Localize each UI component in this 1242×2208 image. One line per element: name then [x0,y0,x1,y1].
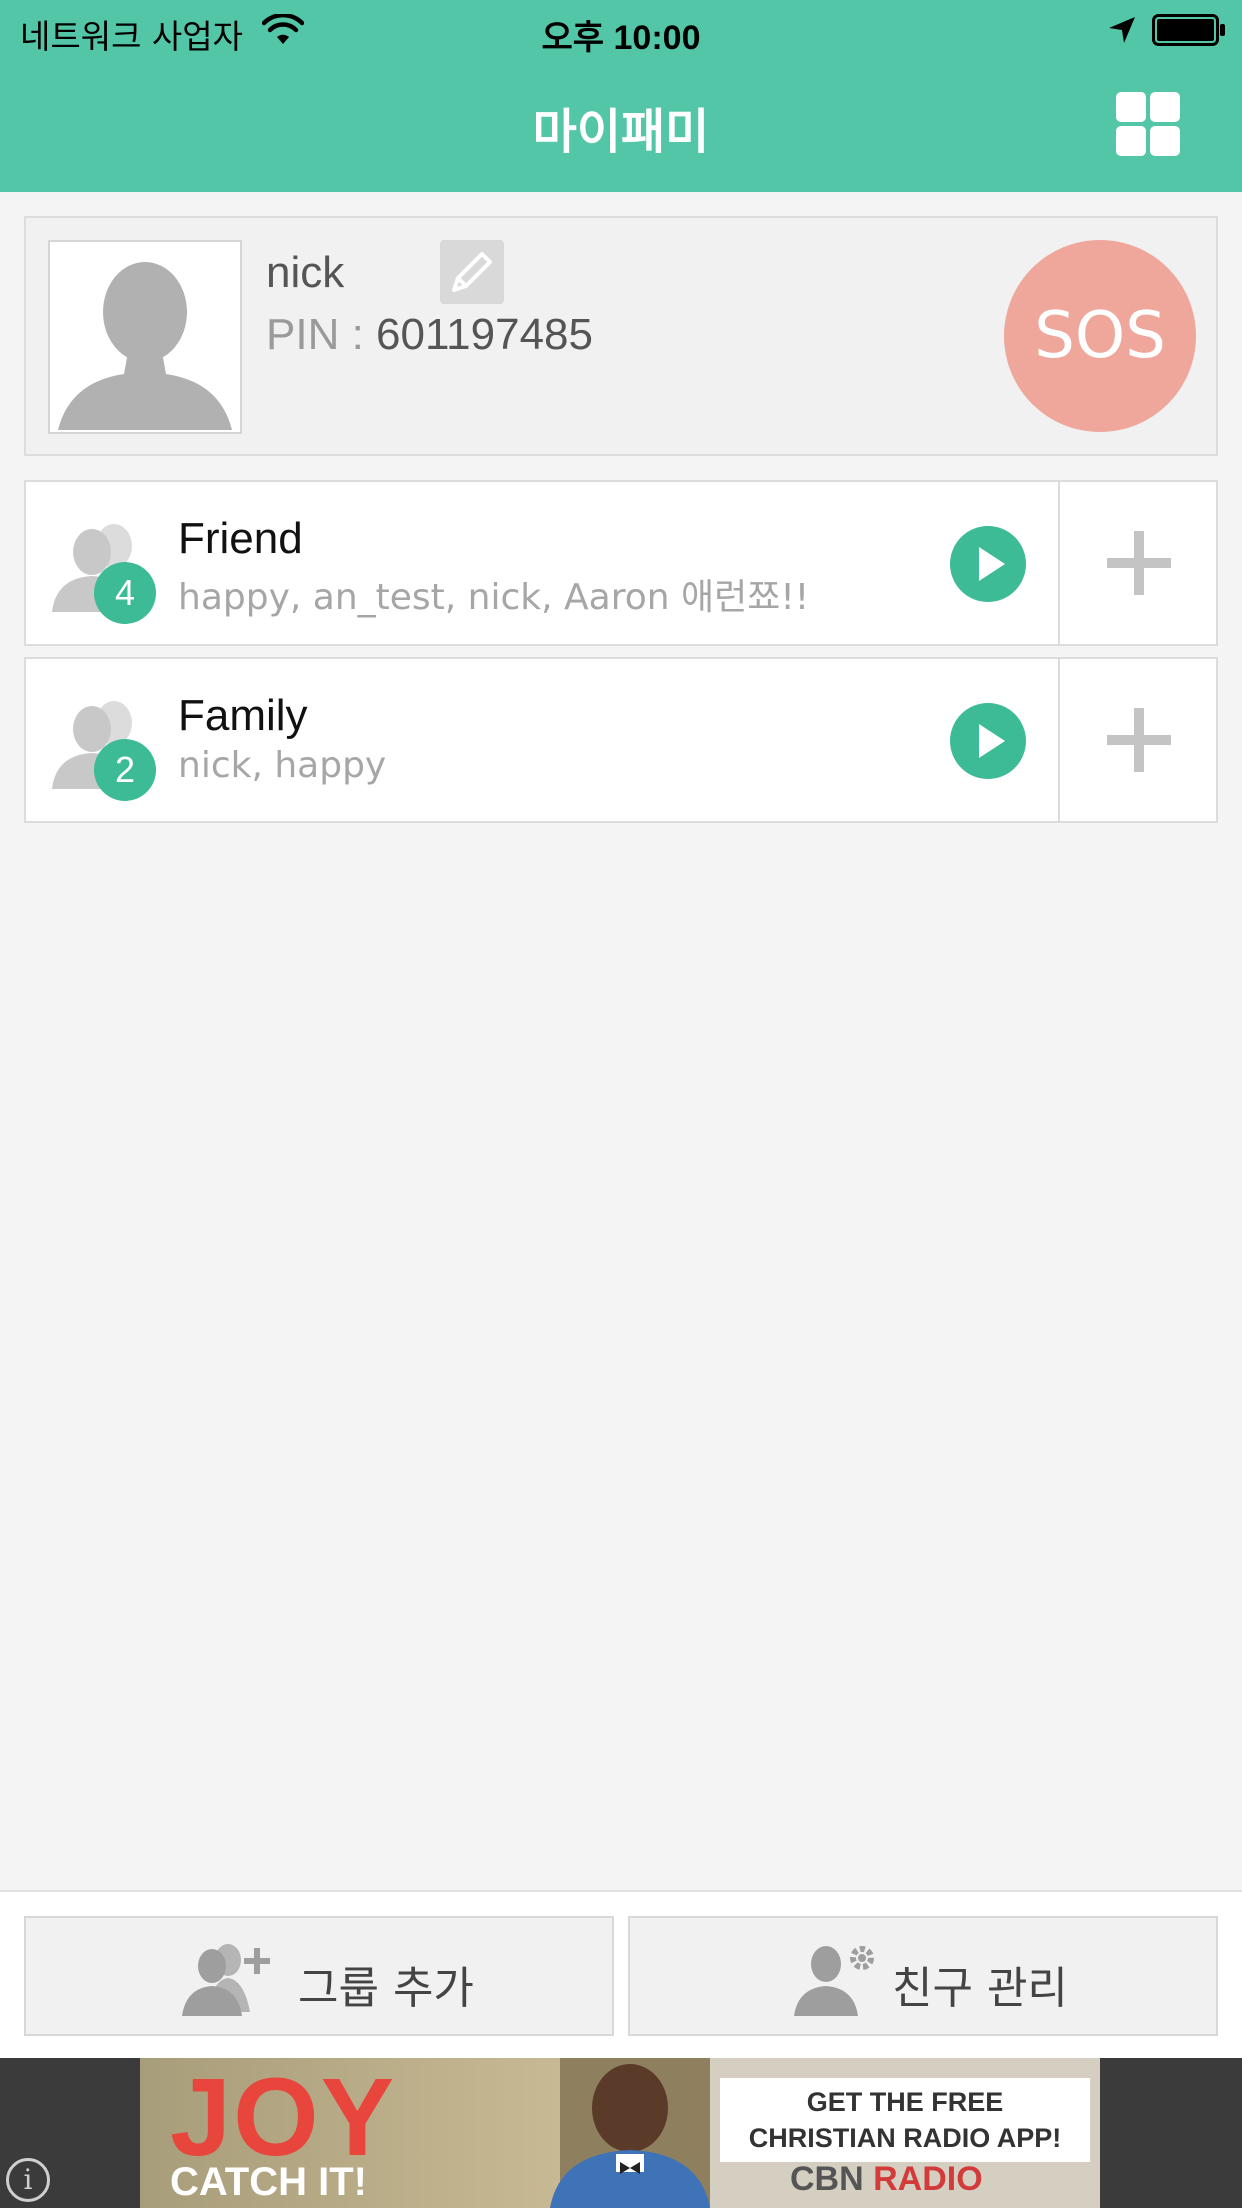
ad-person-image [550,2064,710,2208]
plus-icon [1107,708,1171,772]
add-group-icon [182,1944,270,2016]
ad-card-line2: CHRISTIAN RADIO APP! [748,2123,1062,2153]
person-silhouette-icon [58,262,232,430]
status-bar: 네트워크 사업자 오후 10:00 [0,0,1242,60]
ad-brand: CBN RADIO [790,2160,983,2199]
group-name: Friend [178,514,303,563]
ad-brand-suffix: RADIO [873,2160,983,2198]
add-member-button[interactable] [1058,482,1216,644]
group-row: 4 Friend happy, an_test, nick, Aaron 애런쬬… [24,480,1218,646]
avatar[interactable] [48,240,242,434]
grid-menu-icon [1116,126,1146,156]
ad-strip: JOY CATCH IT! GET THE FREE CHRISTIAN RAD… [0,2058,1242,2208]
member-count-badge: 4 [94,562,156,624]
group-row-main[interactable]: 2 Family nick, happy [26,659,1058,821]
sos-button[interactable]: SOS [1004,240,1196,432]
add-group-button[interactable]: 그룹 추가 [24,1916,614,2036]
ad-card-line1: GET THE FREE [806,2087,1004,2117]
add-member-button[interactable] [1058,659,1216,821]
pencil-icon [452,252,492,292]
ad-card: GET THE FREE CHRISTIAN RADIO APP! [720,2078,1090,2162]
group-name: Family [178,691,308,740]
grid-menu-icon [1150,92,1180,122]
pin-label: PIN : [266,310,377,359]
manage-friends-label: 친구 관리 [892,1963,1068,2014]
profile-card: nick PIN : 601197485 SOS [24,216,1218,456]
bottom-bar: 그룹 추가 친구 관리 [0,1890,1242,2058]
grid-menu-icon [1150,126,1180,156]
play-button[interactable] [950,526,1026,602]
ad-banner[interactable]: JOY CATCH IT! GET THE FREE CHRISTIAN RAD… [140,2058,1100,2208]
pin-line: PIN : 601197485 [266,310,593,360]
member-count-badge: 2 [94,739,156,801]
grid-menu-icon [1116,92,1146,122]
battery-icon [1152,14,1225,46]
info-icon[interactable]: i [6,2158,50,2202]
manage-friends-icon [794,1946,874,2016]
play-icon [979,547,1005,581]
play-icon [979,724,1005,758]
pin-value: 601197485 [376,310,594,359]
app-header: 네트워크 사업자 오후 10:00 마이패미 [0,0,1242,192]
grid-menu-button[interactable] [1114,90,1182,158]
page-title: 마이패미 [532,104,710,160]
profile-name: nick [266,248,345,297]
ad-right-panel: GET THE FREE CHRISTIAN RADIO APP! CBN RA… [710,2058,1100,2208]
location-arrow-icon [1109,17,1135,43]
status-time: 오후 10:00 [541,19,701,57]
manage-friends-button[interactable]: 친구 관리 [628,1916,1218,2036]
edit-profile-button[interactable] [440,240,504,304]
ad-brand-prefix: CBN [790,2160,864,2198]
group-members: happy, an_test, nick, Aaron 애런쬬!! [178,577,810,618]
group-members: nick, happy [178,745,387,786]
add-group-label: 그룹 추가 [298,1963,474,2014]
play-button[interactable] [950,703,1026,779]
ad-subline: CATCH IT! [170,2160,367,2204]
group-row: 2 Family nick, happy [24,657,1218,823]
plus-icon [1107,531,1171,595]
group-row-main[interactable]: 4 Friend happy, an_test, nick, Aaron 애런쬬… [26,482,1058,644]
